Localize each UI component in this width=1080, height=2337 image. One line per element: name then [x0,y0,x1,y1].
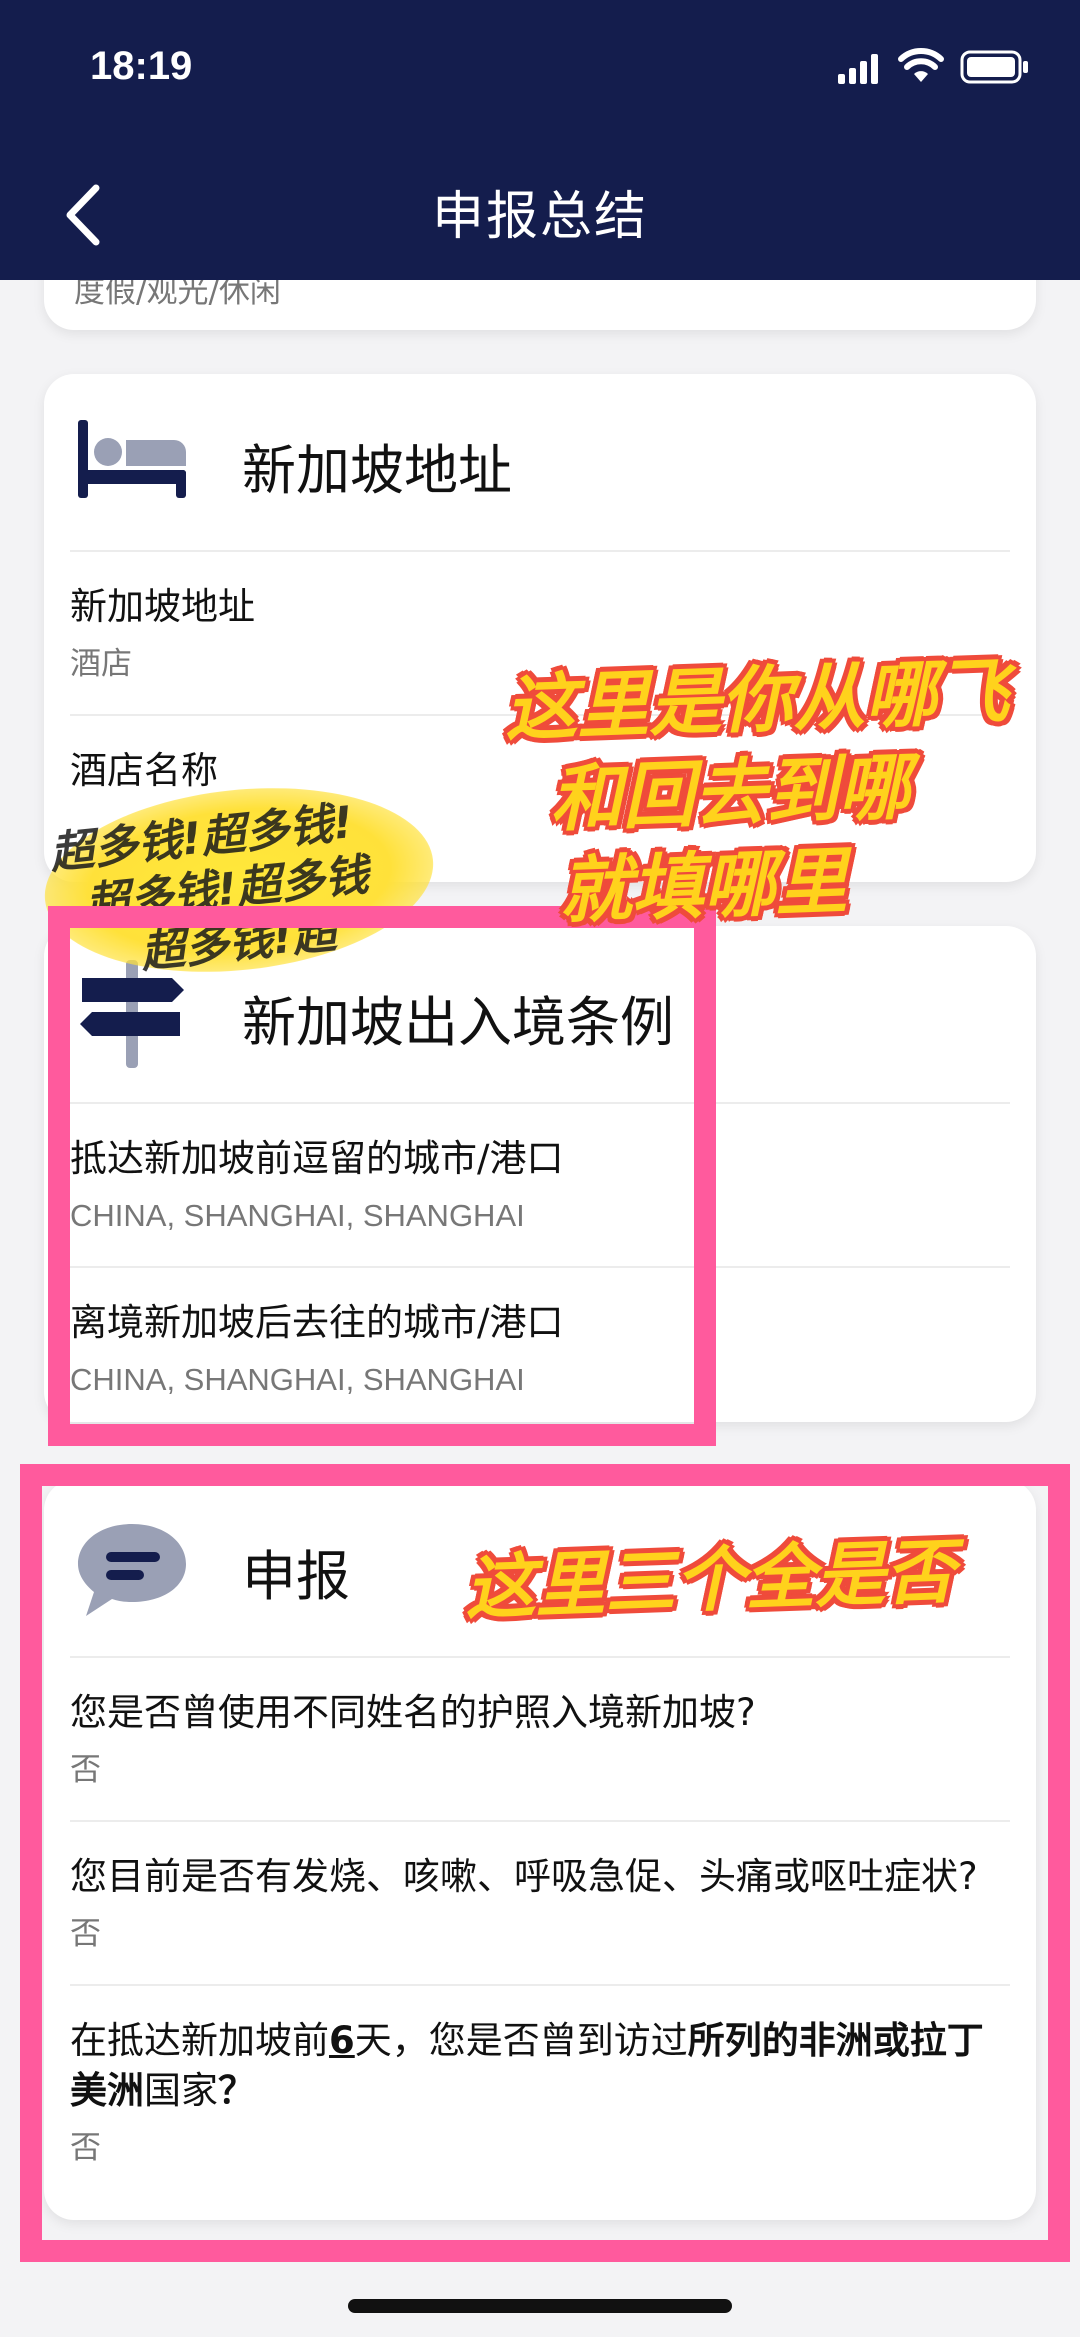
field-q-different-name: 您是否曾使用不同姓名的护照入境新加坡? 否 [70,1658,1010,1822]
q3-text-mid: 天，您是否曾到访过 [354,2019,688,2062]
page-title: 申报总结 [431,187,648,247]
home-indicator [348,2299,732,2313]
q3-text-post: 国家 [144,2069,218,2112]
declaration-card-title: 申报 [242,1545,350,1608]
field-label: 抵达新加坡前逗留的城市/港口 [70,1137,564,1180]
field-value: 否 [70,1916,101,1951]
signal-icon [838,54,878,84]
field-label: 离境新加坡后去往的城市/港口 [70,1301,564,1344]
field-value: CHINA, SHANGHAI, SHANGHAI [70,1362,525,1397]
immigration-card: 新加坡出入境条例 抵达新加坡前逗留的城市/港口 CHINA, SHANGHAI,… [44,926,1036,1422]
app-header: 申报总结 [0,150,1080,280]
summary-content[interactable]: 度假/观光/休闲 新加坡地址 新加坡地址 酒店 酒店名称 新加坡出入境条例 抵达… [0,280,1080,2337]
trip-purpose-card: 度假/观光/休闲 [44,280,1036,330]
field-value: 否 [70,1752,101,1787]
bed-icon [78,420,186,498]
wifi-icon [898,48,944,82]
address-card-header: 新加坡地址 [70,374,1010,552]
q3-text-pre: 在抵达新加坡前 [70,2019,329,2062]
field-arrival-port: 抵达新加坡前逗留的城市/港口 CHINA, SHANGHAI, SHANGHAI [70,1104,1010,1268]
field-label: 新加坡地址 [70,585,255,628]
field-value: CHINA, SHANGHAI, SHANGHAI [70,1198,525,1233]
field-q-africa-latam: 在抵达新加坡前6天，您是否曾到访过所列的非洲或拉丁美洲国家？ 否 [70,1986,1010,2198]
trip-purpose-value: 度假/观光/休闲 [74,280,281,310]
status-time: 18:19 [90,44,193,88]
status-bar: 18:19 [0,0,1080,150]
field-q-symptoms: 您目前是否有发烧、咳嗽、呼吸急促、头痛或呕吐症状? 否 [70,1822,1010,1986]
field-value: 否 [70,2130,101,2165]
field-label: 在抵达新加坡前6天，您是否曾到访过所列的非洲或拉丁美洲国家？ [70,1986,1010,2116]
immigration-card-title: 新加坡出入境条例 [242,991,674,1054]
q3-days: 6 [329,2019,355,2062]
field-label: 您目前是否有发烧、咳嗽、呼吸急促、头痛或呕吐症状? [70,1855,978,1898]
annotation-note-fill-cities: 这里是你从哪飞 和回去到哪 就填哪里 [455,644,1064,941]
field-departure-port: 离境新加坡后去往的城市/港口 CHINA, SHANGHAI, SHANGHAI [70,1268,1010,1422]
chat-bubble-icon [78,1524,186,1616]
address-card-title: 新加坡地址 [242,439,512,502]
q3-mark: ？ [218,2069,255,2112]
field-label: 您是否曾使用不同姓名的护照入境新加坡? [70,1691,756,1734]
battery-icon [960,50,1028,84]
